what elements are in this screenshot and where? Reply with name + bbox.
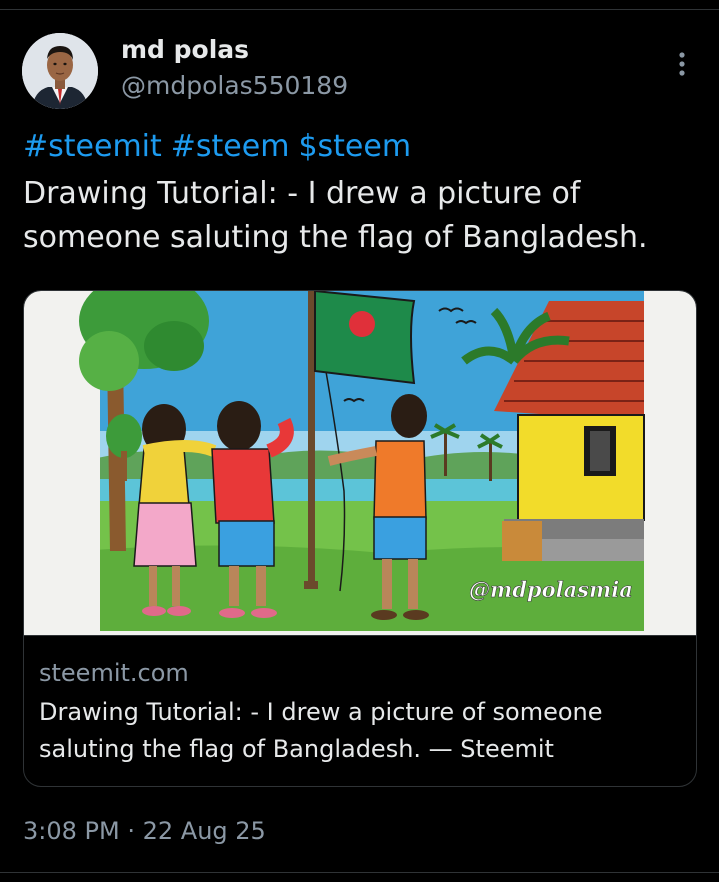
image-watermark: @mdpolasmia xyxy=(469,577,633,602)
tweet-time[interactable]: 3:08 PM xyxy=(23,817,120,845)
hashtag-steem[interactable]: #steem xyxy=(171,129,290,164)
hashtag-steemit[interactable]: #steemit xyxy=(23,129,162,164)
tweet-date[interactable]: 22 Aug 25 xyxy=(143,817,266,845)
timestamp-separator: · xyxy=(127,817,135,845)
card-meta[interactable]: steemit.com Drawing Tutorial: - I drew a… xyxy=(24,635,696,786)
card-title: Drawing Tutorial: - I drew a picture of … xyxy=(39,698,603,763)
cashtag-steem[interactable]: $steem xyxy=(298,129,411,164)
top-divider xyxy=(0,9,719,10)
author-handle[interactable]: @mdpolas550189 xyxy=(121,70,348,102)
tweet-timestamp: 3:08 PM · 22 Aug 25 xyxy=(23,815,266,847)
bottom-divider xyxy=(0,872,719,873)
more-options-button[interactable] xyxy=(664,46,700,82)
author-avatar[interactable] xyxy=(22,33,98,109)
hashtag-row: #steemit #steem $steem xyxy=(23,128,420,166)
link-card[interactable]: @mdpolasmia steemit.com Drawing Tutorial… xyxy=(23,290,697,787)
author-display-name[interactable]: md polas xyxy=(121,34,249,66)
more-vertical-icon xyxy=(679,52,685,76)
drawing-image: @mdpolasmia xyxy=(24,291,696,635)
tweet-text: Drawing Tutorial: - I drew a picture of … xyxy=(23,176,648,255)
card-domain: steemit.com xyxy=(39,659,189,687)
profile-photo-icon xyxy=(22,33,98,109)
card-image[interactable]: @mdpolasmia xyxy=(24,291,696,635)
